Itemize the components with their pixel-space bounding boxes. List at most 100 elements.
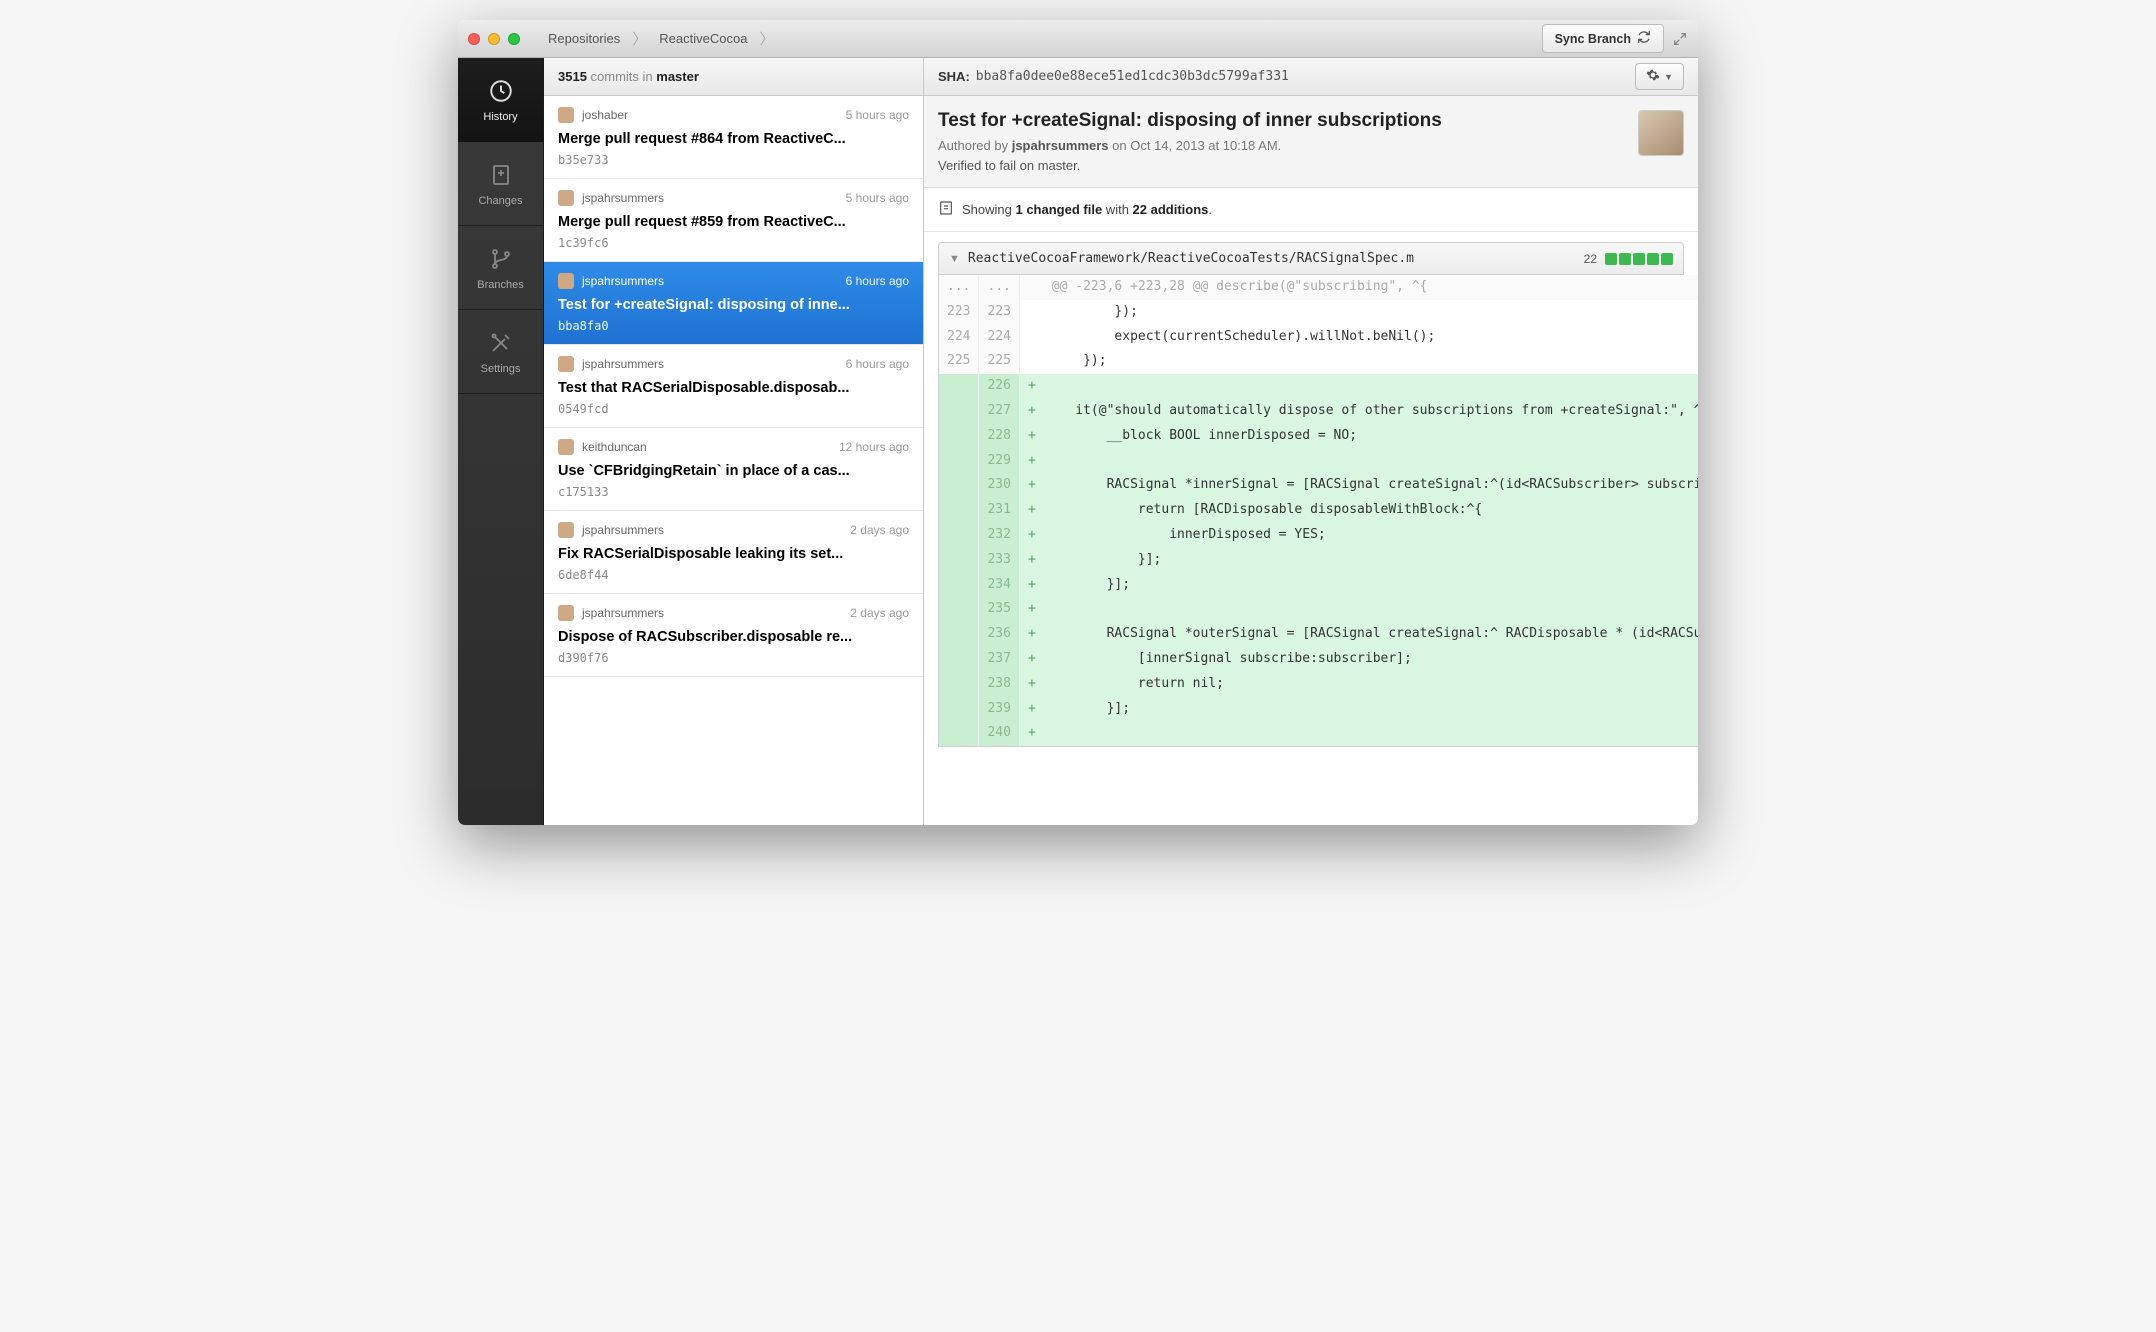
commit-row[interactable]: jspahrsummers2 days agoFix RACSerialDisp… [544, 511, 923, 594]
commit-sha: c175133 [558, 485, 909, 499]
sidebar-item-settings[interactable]: Settings [458, 310, 543, 394]
diff-line: 226+ [939, 374, 1699, 399]
commit-body: Verified to fail on master. [938, 158, 1684, 173]
diff-marker: + [1019, 424, 1043, 449]
commit-title: Test for +createSignal: disposing of inn… [938, 110, 1684, 132]
old-line-number [939, 697, 979, 722]
app-window: Repositories 〉 ReactiveCocoa 〉 Sync Bran… [458, 20, 1698, 825]
zoom-window-button[interactable] [508, 33, 520, 45]
old-line-number [939, 622, 979, 647]
diff-marker: + [1019, 622, 1043, 647]
commit-author: jspahrsummers [582, 606, 664, 620]
new-line-number: 223 [979, 300, 1019, 325]
avatar [558, 107, 574, 123]
commit-row[interactable]: keithduncan12 hours agoUse `CFBridgingRe… [544, 428, 923, 511]
old-line-number [939, 473, 979, 498]
diff-code: innerDisposed = YES; [1044, 523, 1698, 548]
diff-line: 224224 expect(currentScheduler).willNot.… [939, 325, 1699, 350]
commit-title: Use `CFBridgingRetain` in place of a cas… [558, 463, 909, 479]
new-line-number: 224 [979, 325, 1019, 350]
breadcrumb-root[interactable]: Repositories [538, 27, 630, 50]
new-line-number: 238 [979, 672, 1019, 697]
commit-title: Merge pull request #864 from ReactiveC..… [558, 131, 909, 147]
commit-detail: SHA: bba8fa0dee0e88ece51ed1cdc30b3dc5799… [924, 58, 1698, 825]
diff-marker: + [1019, 399, 1043, 424]
commit-row[interactable]: joshaber5 hours agoMerge pull request #8… [544, 96, 923, 179]
sidebar-item-changes[interactable]: Changes [458, 142, 543, 226]
diff-code: }]; [1044, 697, 1698, 722]
old-line-number [939, 449, 979, 474]
old-line-number [939, 548, 979, 573]
diff-marker: + [1019, 721, 1043, 746]
commit-actions-button[interactable]: ▼ [1635, 63, 1684, 90]
diff-line: 223223 }); [939, 300, 1699, 325]
commit-list: 3515 commits in master joshaber5 hours a… [544, 58, 924, 825]
diff-code: __block BOOL innerDisposed = NO; [1044, 424, 1698, 449]
diff-code: it(@"should automatically dispose of oth… [1044, 399, 1698, 424]
diff-marker: + [1019, 449, 1043, 474]
diff-marker: + [1019, 672, 1043, 697]
new-line-number: 230 [979, 473, 1019, 498]
diff-line: 240+ [939, 721, 1699, 746]
new-line-number: 235 [979, 597, 1019, 622]
commit-author: joshaber [582, 108, 628, 122]
diff-line: 225225 }); [939, 349, 1699, 374]
diff-marker [1019, 300, 1043, 325]
commit-title: Test that RACSerialDisposable.disposab..… [558, 380, 909, 396]
settings-icon [487, 329, 515, 357]
diff-code: [innerSignal subscribe:subscriber]; [1044, 647, 1698, 672]
commit-row[interactable]: jspahrsummers5 hours agoMerge pull reque… [544, 179, 923, 262]
diff-stat-boxes [1605, 253, 1673, 265]
diff-line: 228+ __block BOOL innerDisposed = NO; [939, 424, 1699, 449]
diff-line: 237+ [innerSignal subscribe:subscriber]; [939, 647, 1699, 672]
old-line-number [939, 597, 979, 622]
commit-sha: b35e733 [558, 153, 909, 167]
disclosure-triangle-icon[interactable]: ▼ [949, 253, 960, 265]
old-line-number [939, 721, 979, 746]
commit-author: jspahrsummers [582, 274, 664, 288]
diff-marker [1019, 325, 1043, 350]
commit-title: Test for +createSignal: disposing of inn… [558, 297, 909, 313]
sidebar-item-history[interactable]: History [458, 58, 543, 142]
diff-marker: + [1019, 548, 1043, 573]
branch-name: master [656, 69, 699, 84]
file-header[interactable]: ▼ ReactiveCocoaFramework/ReactiveCocoaTe… [938, 242, 1684, 275]
diff-code [1044, 597, 1698, 622]
traffic-lights [468, 33, 520, 45]
avatar [558, 190, 574, 206]
diff-line: 232+ innerDisposed = YES; [939, 523, 1699, 548]
commit-row[interactable]: jspahrsummers 6 hours ago Test for +create… [544, 262, 923, 345]
file-diff[interactable]: ▼ ReactiveCocoaFramework/ReactiveCocoaTe… [924, 232, 1698, 825]
commit-time: 6 hours ago [846, 274, 909, 288]
new-line-number: 231 [979, 498, 1019, 523]
new-line-number: 228 [979, 424, 1019, 449]
sync-branch-button[interactable]: Sync Branch [1542, 24, 1664, 53]
close-window-button[interactable] [468, 33, 480, 45]
new-line-number: 233 [979, 548, 1019, 573]
titlebar: Repositories 〉 ReactiveCocoa 〉 Sync Bran… [458, 20, 1698, 58]
minimize-window-button[interactable] [488, 33, 500, 45]
old-line-number [939, 523, 979, 548]
old-line-number [939, 374, 979, 399]
new-line-number: 232 [979, 523, 1019, 548]
new-line-number: 229 [979, 449, 1019, 474]
diff-line: 234+ }]; [939, 573, 1699, 598]
avatar [558, 356, 574, 372]
sidebar-item-branches[interactable]: Branches [458, 226, 543, 310]
breadcrumb-repo[interactable]: ReactiveCocoa [649, 27, 757, 50]
commit-row[interactable]: jspahrsummers2 days agoDispose of RACSub… [544, 594, 923, 677]
diff-marker: + [1019, 374, 1043, 399]
new-line-number: 234 [979, 573, 1019, 598]
diff-table: ......@@ -223,6 +223,28 @@ describe(@"su… [938, 275, 1698, 747]
commit-sha: 1c39fc6 [558, 236, 909, 250]
commits-scroll[interactable]: joshaber5 hours agoMerge pull request #8… [544, 96, 923, 825]
fullscreen-icon[interactable] [1672, 31, 1688, 47]
diff-stat-count: 22 [1584, 252, 1597, 266]
diff-marker [1019, 349, 1043, 374]
diff-line: 231+ return [RACDisposable disposableWit… [939, 498, 1699, 523]
old-line-number [939, 672, 979, 697]
new-line-number: 225 [979, 349, 1019, 374]
new-line-number: 240 [979, 721, 1019, 746]
commit-row[interactable]: jspahrsummers6 hours agoTest that RACSer… [544, 345, 923, 428]
commit-author: jspahrsummers [582, 523, 664, 537]
